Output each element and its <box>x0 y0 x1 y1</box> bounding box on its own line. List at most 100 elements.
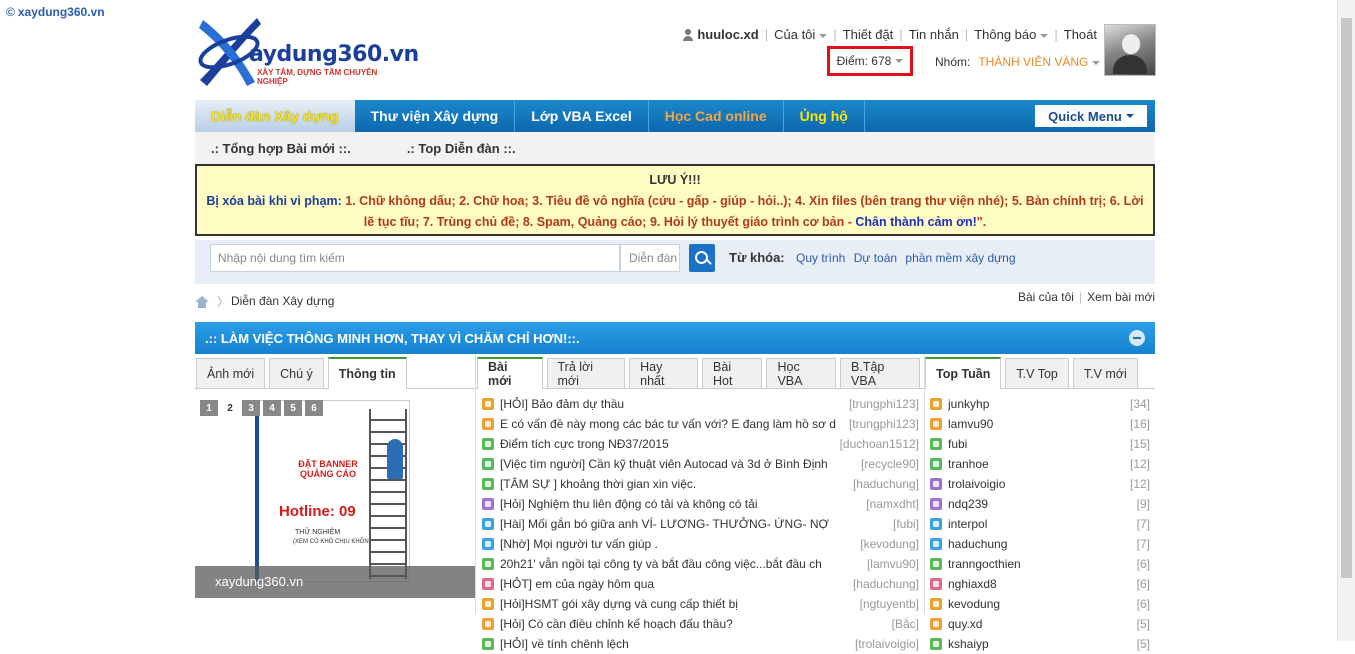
post-author[interactable]: [recycle90] <box>861 457 919 471</box>
post-title[interactable]: [HỎI] về tính chênh lệch <box>500 637 849 651</box>
list-item[interactable]: tranhoe [12] <box>924 454 1155 474</box>
ad-banner[interactable]: ĐẶT BANNER QUẢNG CÁO Hotline: 09 THỬ NGH… <box>255 400 410 582</box>
list-item[interactable]: 20h21' vẫn ngồi tại công ty và bắt đầu c… <box>476 554 924 574</box>
list-item[interactable]: [Hỏi]HSMT gói xây dựng và cung cấp thiết… <box>476 594 924 614</box>
post-author[interactable]: [namxdht] <box>866 497 919 511</box>
post-author[interactable]: [ngtuyentb] <box>860 597 919 611</box>
username-link[interactable]: huuloc.xd <box>697 27 758 42</box>
post-author[interactable]: [trungphi123] <box>849 397 919 411</box>
post-title[interactable]: [Hỏi] Có cần điều chỉnh kế hoạch đấu thầ… <box>500 617 886 631</box>
tab-top-members[interactable]: T.V Top <box>1005 358 1069 388</box>
member-name[interactable]: haduchung <box>948 537 1137 551</box>
list-item[interactable]: nghiaxd8 [6] <box>924 574 1155 594</box>
my-posts-link[interactable]: Bài của tôi <box>1018 290 1074 304</box>
member-name[interactable]: ndq239 <box>948 497 1137 511</box>
member-name[interactable]: tranngocthien <box>948 557 1137 571</box>
breadcrumb-current[interactable]: Diễn đàn Xây dựng <box>231 294 334 308</box>
list-item[interactable]: [HỎT] em của ngày hôm qua [haduchung] <box>476 574 924 594</box>
list-item[interactable]: [Hỏi] Có cần điều chỉnh kế hoạch đấu thầ… <box>476 614 924 634</box>
tab-new-images[interactable]: Ảnh mới <box>196 358 266 388</box>
notifications-menu[interactable]: Thông báo <box>974 27 1049 42</box>
messages-link[interactable]: Tin nhắn <box>909 27 959 42</box>
list-item[interactable]: kevodung [6] <box>924 594 1155 614</box>
tab-new-members[interactable]: T.V mới <box>1072 358 1138 388</box>
list-item[interactable]: [Hài] Mối gắn bó giữa anh VÍ- LƯƠNG- THƯ… <box>476 514 924 534</box>
avatar[interactable] <box>1104 24 1156 76</box>
post-author[interactable]: [haduchung] <box>853 477 919 491</box>
member-name[interactable]: nghiaxd8 <box>948 577 1137 591</box>
post-author[interactable]: [trolaivoigio] <box>855 637 919 651</box>
post-title[interactable]: [HỎI] Bảo đảm dự thầu <box>500 397 843 411</box>
tab-learn-vba[interactable]: Học VBA <box>766 358 837 388</box>
slider-page[interactable]: 6 <box>305 400 323 416</box>
page-scrollbar[interactable] <box>1337 0 1355 641</box>
post-title[interactable]: E có vấn đề này mong các bác tư vấn với?… <box>500 417 843 431</box>
post-title[interactable]: [Nhờ] Mọi người tư vấn giúp . <box>500 537 854 551</box>
post-title[interactable]: [Hỏi]HSMT gói xây dựng và cung cấp thiết… <box>500 597 854 611</box>
post-author[interactable]: [fubi] <box>893 517 919 531</box>
subnav-top-forum[interactable]: .: Top Diễn đàn ::. <box>407 141 516 156</box>
scrollbar-thumb[interactable] <box>1341 18 1352 578</box>
search-scope-select[interactable]: Diễn đàn <box>620 244 680 272</box>
post-title[interactable]: [HỎT] em của ngày hôm qua <box>500 577 847 591</box>
search-button[interactable] <box>689 244 715 272</box>
post-title[interactable]: Điểm tích cực trong NĐ37/2015 <box>500 437 834 451</box>
member-name[interactable]: fubi <box>948 437 1130 451</box>
list-item[interactable]: quy.xd [5] <box>924 614 1155 634</box>
post-author[interactable]: [lamvu90] <box>867 557 919 571</box>
tab-best[interactable]: Hay nhất <box>629 358 699 388</box>
slider-page[interactable]: 1 <box>200 400 218 416</box>
member-name[interactable]: junkyhp <box>948 397 1130 411</box>
nav-forum[interactable]: Diễn đàn Xây dựng <box>195 100 355 132</box>
list-item[interactable]: [Việc tìm người] Cần kỹ thuật viên Autoc… <box>476 454 924 474</box>
list-item[interactable]: fubi [15] <box>924 434 1155 454</box>
nav-support[interactable]: Ủng hộ <box>784 100 865 132</box>
slider-page[interactable]: 3 <box>242 400 260 416</box>
member-name[interactable]: interpol <box>948 517 1137 531</box>
tab-attention[interactable]: Chú ý <box>269 358 324 388</box>
list-item[interactable]: interpol [7] <box>924 514 1155 534</box>
group-info[interactable]: Nhóm: THÀNH VIÊN VÀNG <box>935 55 1101 69</box>
site-logo[interactable]: aydung360.vn XÂY TÂM, DỰNG TẦM CHUYÊN NG… <box>195 10 419 90</box>
post-author[interactable]: [kevodung] <box>860 537 919 551</box>
nav-cad[interactable]: Học Cad online <box>649 100 784 132</box>
list-item[interactable]: lamvu90 [16] <box>924 414 1155 434</box>
keyword-link[interactable]: Quy trình <box>796 251 845 265</box>
member-name[interactable]: lamvu90 <box>948 417 1130 431</box>
list-item[interactable]: [HỎI] về tính chênh lệch [trolaivoigio] <box>476 634 924 654</box>
points-dropdown[interactable]: Điểm: 678 <box>827 46 913 76</box>
member-name[interactable]: trolaivoigio <box>948 477 1130 491</box>
tab-top-week[interactable]: Top Tuần <box>925 357 1002 389</box>
list-item[interactable]: [Hỏi] Nghiệm thu liên động có tải và khô… <box>476 494 924 514</box>
settings-link[interactable]: Thiết đặt <box>843 27 894 42</box>
my-menu[interactable]: Của tôi <box>774 27 828 42</box>
member-name[interactable]: kevodung <box>948 597 1137 611</box>
keyword-link[interactable]: phần mềm xây dựng <box>905 251 1015 265</box>
post-author[interactable]: [duchoan1512] <box>840 437 919 451</box>
list-item[interactable]: ndq239 [9] <box>924 494 1155 514</box>
quick-menu-button[interactable]: Quick Menu <box>1035 105 1147 127</box>
tab-vba-exercises[interactable]: B.Tập VBA <box>840 358 920 388</box>
tab-new-replies[interactable]: Trả lời mới <box>546 358 626 388</box>
list-item[interactable]: Điểm tích cực trong NĐ37/2015 [duchoan151… <box>476 434 924 454</box>
list-item[interactable]: [Nhờ] Mọi người tư vấn giúp . [kevodung] <box>476 534 924 554</box>
member-name[interactable]: kshaiyp <box>948 637 1137 651</box>
post-title[interactable]: 20h21' vẫn ngồi tại công ty và bắt đầu c… <box>500 557 861 571</box>
member-name[interactable]: quy.xd <box>948 617 1137 631</box>
logout-link[interactable]: Thoát <box>1064 27 1097 42</box>
post-title[interactable]: [Việc tìm người] Cần kỹ thuật viên Autoc… <box>500 457 855 471</box>
list-item[interactable]: E có vấn đề này mong các bác tư vấn với?… <box>476 414 924 434</box>
nav-vba[interactable]: Lớp VBA Excel <box>515 100 649 132</box>
post-title[interactable]: [Hỏi] Nghiệm thu liên động có tải và khô… <box>500 497 860 511</box>
member-name[interactable]: tranhoe <box>948 457 1130 471</box>
slider-page[interactable]: 4 <box>263 400 281 416</box>
list-item[interactable]: trolaivoigio [12] <box>924 474 1155 494</box>
new-posts-link[interactable]: Xem bài mới <box>1087 290 1155 304</box>
search-input[interactable]: Nhập nội dung tìm kiếm <box>210 244 620 272</box>
subnav-new-posts[interactable]: .: Tổng hợp Bài mới ::. <box>211 141 351 156</box>
post-author[interactable]: [haduchung] <box>853 577 919 591</box>
post-title[interactable]: [Hài] Mối gắn bó giữa anh VÍ- LƯƠNG- THƯ… <box>500 517 887 531</box>
post-author[interactable]: [Bắc] <box>892 617 919 631</box>
tab-info[interactable]: Thông tin <box>327 357 407 389</box>
tab-new-posts[interactable]: Bài mới <box>477 357 543 389</box>
